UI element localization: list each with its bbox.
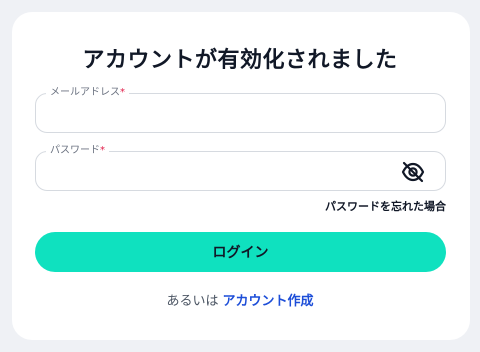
footer-text: あるいは アカウント作成	[0, 290, 480, 309]
email-input[interactable]	[48, 102, 392, 126]
forgot-password-link[interactable]: パスワードを忘れた場合	[325, 198, 446, 214]
eye-slash-icon[interactable]	[401, 161, 425, 183]
password-field[interactable]: パスワード*	[35, 144, 446, 191]
email-label: メールアドレス*	[46, 86, 129, 100]
login-button[interactable]: ログイン	[35, 232, 446, 272]
password-input[interactable]	[48, 160, 392, 184]
page-title: アカウントが有効化されました	[82, 48, 398, 73]
email-field[interactable]: メールアドレス*	[35, 86, 446, 133]
footer-prefix: あるいは	[166, 294, 219, 309]
password-label: パスワード*	[46, 144, 109, 158]
required-mark: *	[100, 145, 105, 156]
create-account-link[interactable]: アカウント作成	[223, 294, 314, 309]
required-mark: *	[120, 87, 125, 98]
